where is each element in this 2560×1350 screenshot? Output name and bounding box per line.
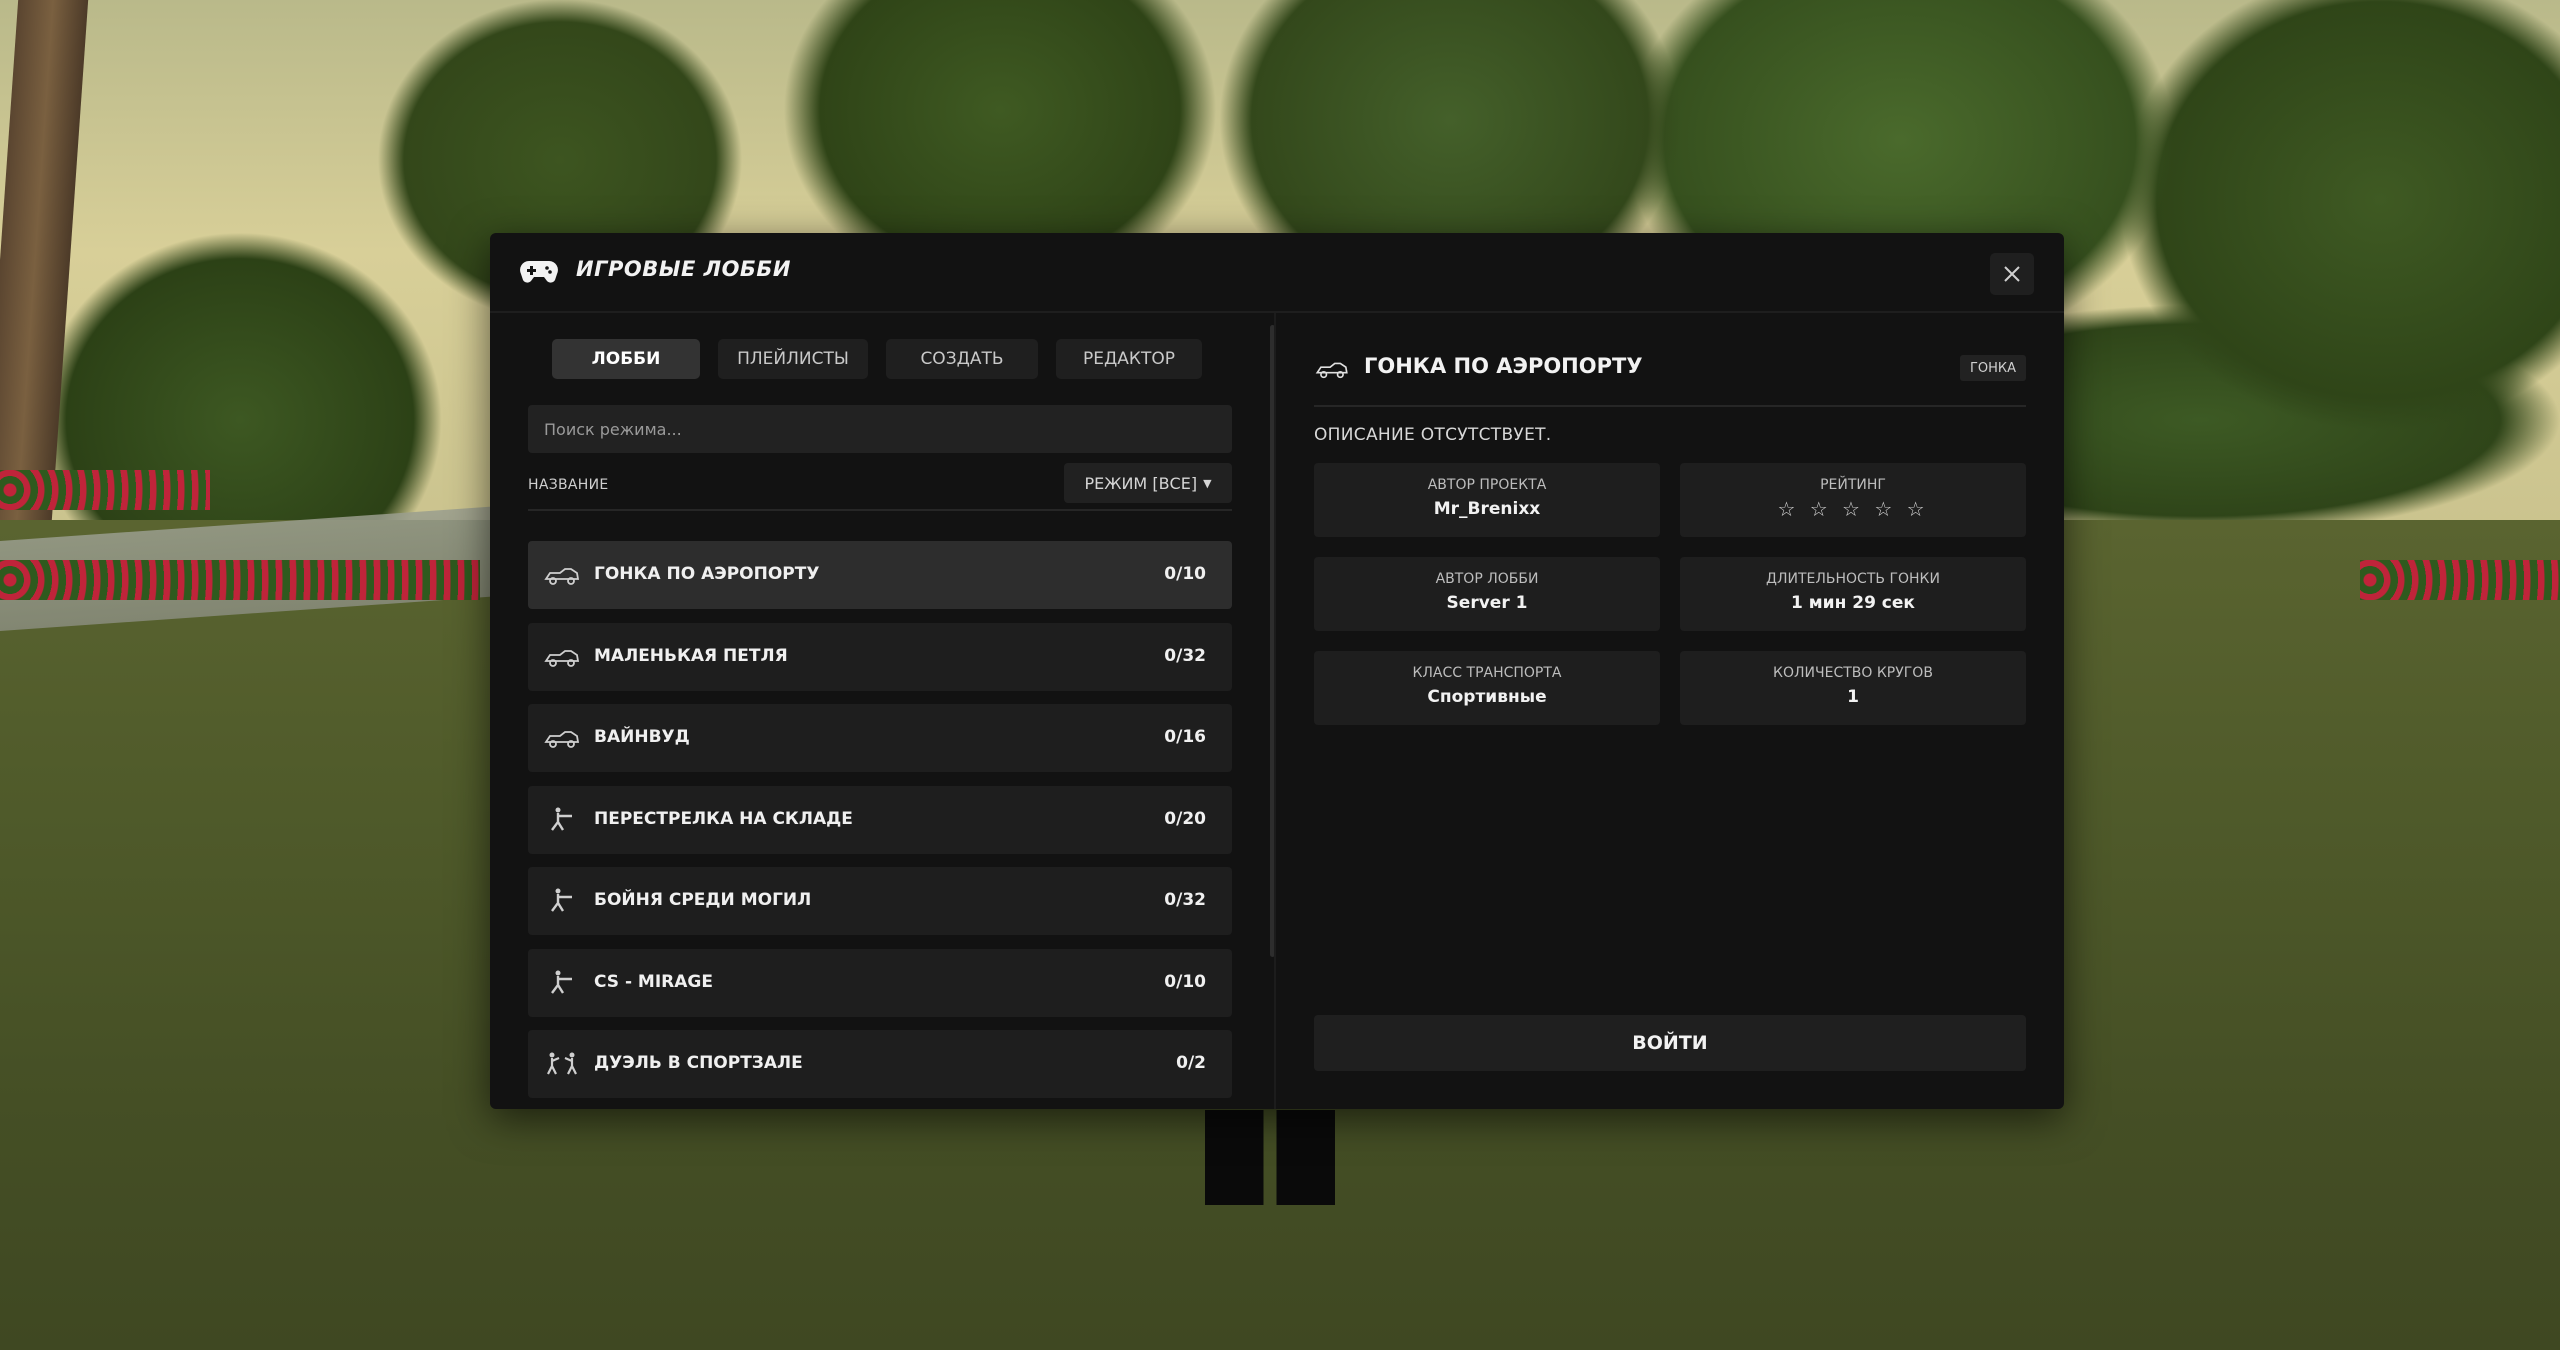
stat-label: АВТОР ЛОББИ [1435, 571, 1539, 587]
detail-title: ГОНКА ПО АЭРОПОРТУ [1364, 354, 1643, 378]
stat-value: 1 [1847, 687, 1859, 707]
stat-value: Спортивные [1427, 687, 1547, 707]
lobby-player-count: 0/20 [1164, 808, 1206, 829]
caret-down-icon: ▼ [1203, 476, 1212, 490]
close-button[interactable] [1990, 253, 2034, 295]
lobby-name: CS - MIRAGE [594, 971, 713, 992]
stat-vehicle-class: КЛАСС ТРАНСПОРТА Спортивные [1314, 651, 1660, 725]
lobby-row[interactable]: ГОНКА ПО АЭРОПОРТУ 0/10 [528, 541, 1232, 609]
lobby-name: ДУЭЛЬ В СПОРТЗАЛЕ [594, 1053, 803, 1073]
stat-label: КЛАСС ТРАНСПОРТА [1412, 665, 1562, 681]
race-car-icon [544, 568, 580, 585]
mode-filter-dropdown[interactable]: РЕЖИМ [ВСЕ] ▼ [1064, 463, 1232, 503]
flower-bed [0, 470, 210, 510]
lobby-row[interactable]: ДУЭЛЬ В СПОРТЗАЛЕ 0/2 [528, 1030, 1232, 1098]
lobby-player-count: 0/2 [1176, 1053, 1206, 1073]
stat-label: КОЛИЧЕСТВО КРУГОВ [1773, 665, 1933, 681]
tab-editor[interactable]: РЕДАКТОР [1056, 339, 1202, 379]
detail-header: ГОНКА ПО АЭРОПОРТУ ГОНКА [1314, 333, 2026, 407]
lobby-player-count: 0/16 [1164, 727, 1206, 747]
rating-stars[interactable]: ☆ ☆ ☆ ☆ ☆ [1680, 497, 2026, 521]
lobby-player-count: 0/10 [1164, 971, 1206, 992]
lobby-player-count: 0/10 [1164, 564, 1206, 584]
gamepad-icon [520, 261, 558, 283]
stat-race-duration: ДЛИТЕЛЬНОСТЬ ГОНКИ 1 мин 29 сек [1680, 557, 2026, 631]
stat-label: ДЛИТЕЛЬНОСТЬ ГОНКИ [1766, 571, 1940, 587]
stat-rating: РЕЙТИНГ ☆ ☆ ☆ ☆ ☆ [1680, 463, 2026, 537]
shooter-icon [551, 807, 572, 831]
window-title: ИГРОВЫЕ ЛОББИ [576, 257, 792, 281]
race-car-icon [1315, 362, 1348, 379]
lobby-row[interactable]: МАЛЕНЬКАЯ ПЕТЛЯ 0/32 [528, 622, 1232, 691]
search-input[interactable] [528, 405, 1232, 453]
lobby-row[interactable]: БОЙНЯ СРЕДИ МОГИЛ 0/32 [528, 867, 1232, 935]
tab-playlists[interactable]: ПЛЕЙЛИСТЫ [718, 339, 868, 379]
tab-bar: ЛОББИ ПЛЕЙЛИСТЫ СОЗДАТЬ РЕДАКТОР [552, 339, 1202, 379]
lobby-list-panel: ЛОББИ ПЛЕЙЛИСТЫ СОЗДАТЬ РЕДАКТОР НАЗВАНИ… [490, 313, 1270, 1109]
lobby-row[interactable]: ПЕРЕСТРЕЛКА НА СКЛАДЕ 0/20 [528, 785, 1232, 854]
mode-filter-label: РЕЖИМ [ВСЕ] [1084, 473, 1198, 493]
stat-laps: КОЛИЧЕСТВО КРУГОВ 1 [1680, 651, 2026, 725]
lobby-detail-panel: ГОНКА ПО АЭРОПОРТУ ГОНКА ОПИСАНИЕ ОТСУТС… [1276, 313, 2064, 1109]
window-titlebar: ИГРОВЫЕ ЛОББИ [490, 233, 2064, 313]
race-car-icon [544, 731, 580, 748]
lobby-name: ГОНКА ПО АЭРОПОРТУ [594, 564, 820, 584]
lobby-name: МАЛЕНЬКАЯ ПЕТЛЯ [594, 645, 788, 666]
enter-lobby-button[interactable]: ВОЙТИ [1314, 1015, 2026, 1071]
lobby-row[interactable]: ВАЙНВУД 0/16 [528, 704, 1232, 772]
stat-value: Server 1 [1446, 593, 1528, 613]
tab-create[interactable]: СОЗДАТЬ [886, 339, 1038, 379]
shooter-icon [551, 888, 572, 912]
lobby-window: ИГРОВЫЕ ЛОББИ ЛОББИ ПЛЕЙЛИСТЫ СОЗДАТЬ РЕ… [490, 233, 2064, 1109]
shooter-icon [551, 970, 572, 994]
duel-icon [547, 1052, 577, 1075]
lobby-name: ПЕРЕСТРЕЛКА НА СКЛАДЕ [594, 808, 853, 829]
stat-project-author: АВТОР ПРОЕКТА Mr_Brenixx [1314, 463, 1660, 537]
detail-description: ОПИСАНИЕ ОТСУТСТВУЕТ. [1314, 425, 1552, 445]
detail-stats-grid: АВТОР ПРОЕКТА Mr_Brenixx РЕЙТИНГ ☆ ☆ ☆ ☆… [1314, 463, 2026, 725]
stat-label: РЕЙТИНГ [1820, 477, 1886, 493]
lobby-list: ГОНКА ПО АЭРОПОРТУ 0/10 МАЛЕНЬКАЯ ПЕТЛЯ … [528, 541, 1232, 1109]
stat-label: АВТОР ПРОЕКТА [1427, 477, 1547, 493]
player-character-legs [1205, 1110, 1335, 1205]
list-header: НАЗВАНИЕ РЕЖИМ [ВСЕ] ▼ [528, 463, 1232, 511]
stat-value: Mr_Brenixx [1433, 499, 1541, 519]
flower-bed [2360, 560, 2560, 600]
lobby-player-count: 0/32 [1164, 645, 1206, 666]
column-name-header: НАЗВАНИЕ [528, 477, 609, 493]
lobby-name: БОЙНЯ СРЕДИ МОГИЛ [594, 890, 812, 910]
stat-value: 1 мин 29 сек [1791, 593, 1915, 613]
stat-lobby-author: АВТОР ЛОББИ Server 1 [1314, 557, 1660, 631]
close-icon [2004, 266, 2020, 282]
flower-bed [0, 560, 480, 600]
lobby-name: ВАЙНВУД [594, 727, 690, 747]
race-car-icon [544, 649, 580, 667]
tab-lobbies[interactable]: ЛОББИ [552, 339, 700, 379]
mode-type-badge: ГОНКА [1959, 355, 2026, 381]
lobby-player-count: 0/32 [1164, 890, 1206, 910]
lobby-row[interactable]: CS - MIRAGE 0/10 [528, 948, 1232, 1017]
